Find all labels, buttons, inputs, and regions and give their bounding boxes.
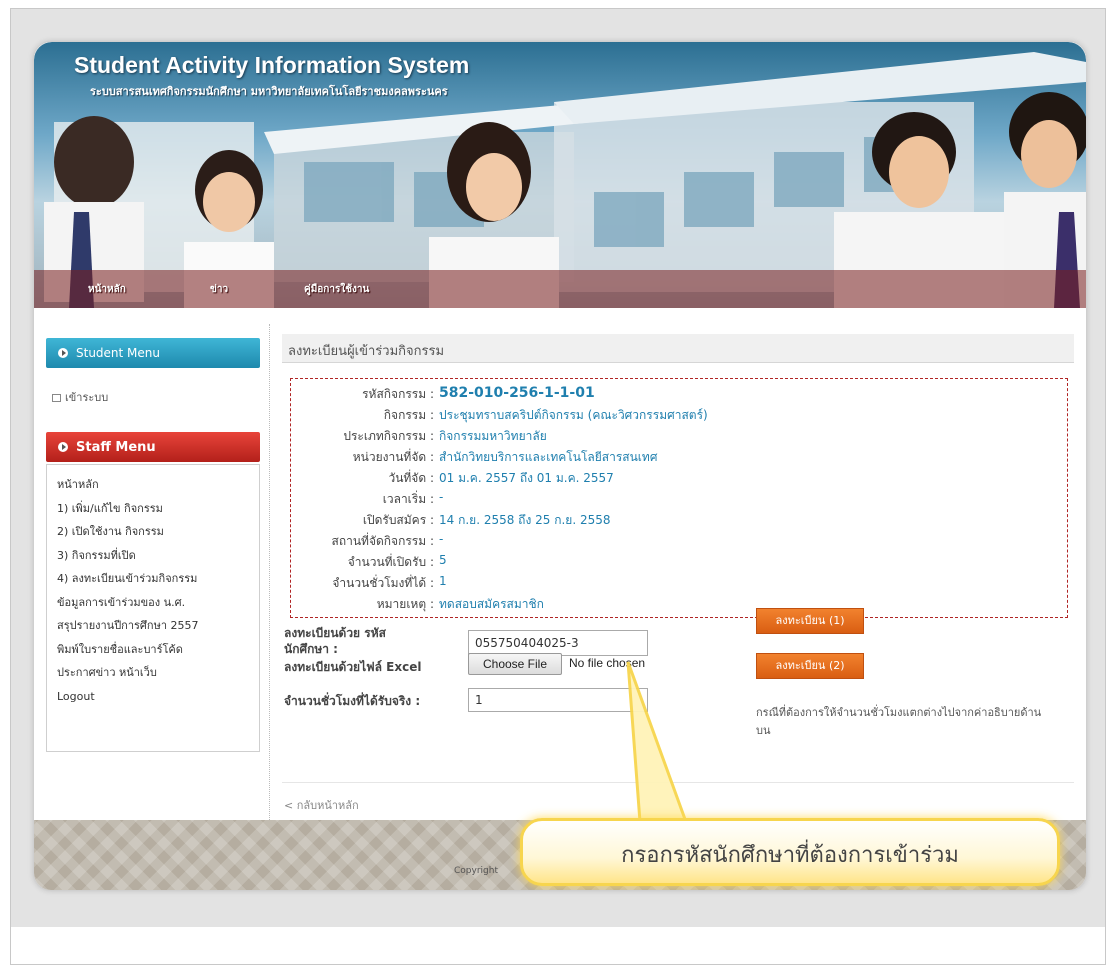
info-row-activity-type: ประเภทกิจกรรม : กิจกรรมมหาวิทยาลัย	[291, 427, 1061, 445]
info-row-registration-period: เปิดรับสมัคร : 14 ก.ย. 2558 ถึง 25 ก.ย. …	[291, 511, 1061, 529]
sidebar-item-announcements[interactable]: ประกาศข่าว หน้าเว็บ	[47, 661, 259, 685]
arrow-bullet-icon	[58, 442, 68, 452]
info-row-remarks: หมายเหตุ : ทดสอบสมัครสมาชิก	[291, 595, 1061, 613]
actual-hours-label: จำนวนชั่วโมงที่ได้รับจริง :	[284, 694, 421, 708]
info-value: 01 ม.ค. 2557 ถึง 01 ม.ค. 2557	[439, 471, 614, 485]
nav-home[interactable]: หน้าหลัก	[88, 282, 126, 297]
nav-manual[interactable]: คู่มือการใช้งาน	[304, 282, 369, 297]
info-row-organizer: หน่วยงานที่จัด : สำนักวิทยบริการและเทคโน…	[291, 448, 1061, 466]
info-value: -	[439, 490, 444, 504]
student-id-label-cont: นักศึกษา :	[284, 642, 338, 656]
info-label: เวลาเริ่ม :	[382, 492, 434, 506]
sidebar-item-login[interactable]: เข้าระบบ	[52, 388, 108, 406]
sidebar-item-home[interactable]: หน้าหลัก	[47, 473, 259, 497]
nav-news[interactable]: ข่าว	[210, 282, 228, 297]
info-label: สถานที่จัดกิจกรรม :	[331, 534, 435, 548]
choose-file-button[interactable]: Choose File	[468, 653, 562, 675]
callout-text: กรอกรหัสนักศึกษาที่ต้องการเข้าร่วม	[621, 843, 959, 868]
login-icon	[52, 394, 61, 402]
info-value: กิจกรรมมหาวิทยาลัย	[439, 429, 547, 443]
info-label: กิจกรรม :	[383, 408, 434, 422]
info-value: 582-010-256-1-1-01	[439, 385, 595, 401]
column-divider	[269, 324, 271, 824]
staff-menu-header[interactable]: Staff Menu	[46, 432, 260, 462]
arrow-bullet-icon	[58, 348, 68, 358]
staff-menu: หน้าหลัก 1) เพิ่ม/แก้ไข กิจกรรม 2) เปิดใ…	[46, 464, 260, 752]
info-label: จำนวนที่เปิดรับ :	[347, 555, 434, 569]
info-value: 5	[439, 553, 447, 567]
screenshot-frame: Student Activity Information System ระบบ…	[10, 8, 1106, 965]
sidebar-item-open-activities[interactable]: 3) กิจกรรมที่เปิด	[47, 544, 259, 568]
actual-hours-input[interactable]	[468, 688, 648, 712]
info-row-hours: จำนวนชั่วโมงที่ได้ : 1	[291, 574, 1061, 592]
info-label: รหัสกิจกรรม :	[362, 387, 434, 401]
info-value: สำนักวิทยบริการและเทคโนโลยีสารสนเทศ	[439, 450, 658, 464]
bottom-strip	[11, 927, 1105, 964]
no-file-text: No file chosen	[569, 656, 646, 670]
page-container: Student Activity Information System ระบบ…	[33, 41, 1087, 891]
student-menu-header[interactable]: Student Menu	[46, 338, 260, 368]
info-row-activity: กิจกรรม : ประชุมทราบสคริปต์กิจกรรม (คณะว…	[291, 406, 1061, 424]
info-label: หน่วยงานที่จัด :	[352, 450, 434, 464]
info-label: เปิดรับสมัคร :	[362, 513, 434, 527]
page-title: ลงทะเบียนผู้เข้าร่วมกิจกรรม	[288, 344, 445, 359]
info-row-capacity: จำนวนที่เปิดรับ : 5	[291, 553, 1061, 571]
student-menu-label: Student Menu	[76, 346, 160, 360]
info-value: ทดสอบสมัครสมาชิก	[439, 597, 544, 611]
sidebar-item-register-attendance[interactable]: 4) ลงทะเบียนเข้าร่วมกิจกรรม	[47, 567, 259, 591]
sidebar-item-student-attendance[interactable]: ข้อมูลการเข้าร่วมของ น.ศ.	[47, 591, 259, 615]
info-value: -	[439, 532, 444, 546]
site-subtitle: ระบบสารสนเทศกิจกรรมนักศึกษา มหาวิทยาลัยเ…	[90, 85, 448, 98]
site-title: Student Activity Information System	[74, 52, 470, 78]
sidebar-item-edit-activity[interactable]: 1) เพิ่ม/แก้ไข กิจกรรม	[47, 497, 259, 521]
info-row-activity-code: รหัสกิจกรรม : 582-010-256-1-1-01	[291, 385, 1061, 403]
hours-note: กรณีที่ต้องการให้จำนวนชั่วโมงแตกต่างไปจา…	[756, 706, 1042, 737]
sidebar-item-print-barcode[interactable]: พิมพ์ใบรายชื่อและบาร์โค้ด	[47, 638, 259, 662]
staff-menu-label: Staff Menu	[76, 439, 156, 455]
footer-copyright: Copyright	[454, 866, 498, 876]
info-value: 14 ก.ย. 2558 ถึง 25 ก.ย. 2558	[439, 513, 611, 527]
login-label: เข้าระบบ	[65, 391, 109, 404]
content-header: ลงทะเบียนผู้เข้าร่วมกิจกรรม	[282, 334, 1074, 363]
excel-upload-label: ลงทะเบียนด้วยไฟล์ Excel	[284, 660, 422, 674]
info-label: ประเภทกิจกรรม :	[343, 429, 434, 443]
activity-details: รหัสกิจกรรม : 582-010-256-1-1-01 กิจกรรม…	[290, 378, 1068, 618]
header-banner: Student Activity Information System ระบบ…	[34, 42, 1086, 308]
info-row-start-time: เวลาเริ่ม : -	[291, 490, 1061, 508]
register-button-1[interactable]: ลงทะเบียน (1)	[756, 608, 864, 634]
top-navigation: หน้าหลัก ข่าว คู่มือการใช้งาน	[34, 270, 1086, 308]
info-label: วันที่จัด :	[388, 471, 434, 485]
register-button-2[interactable]: ลงทะเบียน (2)	[756, 653, 864, 679]
info-value: 1	[439, 574, 447, 588]
callout-annotation: กรอกรหัสนักศึกษาที่ต้องการเข้าร่วม	[520, 818, 1060, 886]
content-divider	[282, 782, 1074, 783]
info-row-date: วันที่จัด : 01 ม.ค. 2557 ถึง 01 ม.ค. 255…	[291, 469, 1061, 487]
info-row-venue: สถานที่จัดกิจกรรม : -	[291, 532, 1061, 550]
sidebar-item-annual-report[interactable]: สรุปรายงานปีการศึกษา 2557	[47, 614, 259, 638]
sidebar-item-enable-activity[interactable]: 2) เปิดใช้งาน กิจกรรม	[47, 520, 259, 544]
sidebar-item-logout[interactable]: Logout	[47, 685, 259, 709]
back-home-link[interactable]: < กลับหน้าหลัก	[284, 796, 359, 814]
info-value: ประชุมทราบสคริปต์กิจกรรม (คณะวิศวกรรมศาส…	[439, 408, 708, 422]
info-label: จำนวนชั่วโมงที่ได้ :	[332, 576, 434, 590]
info-label: หมายเหตุ :	[376, 597, 434, 611]
